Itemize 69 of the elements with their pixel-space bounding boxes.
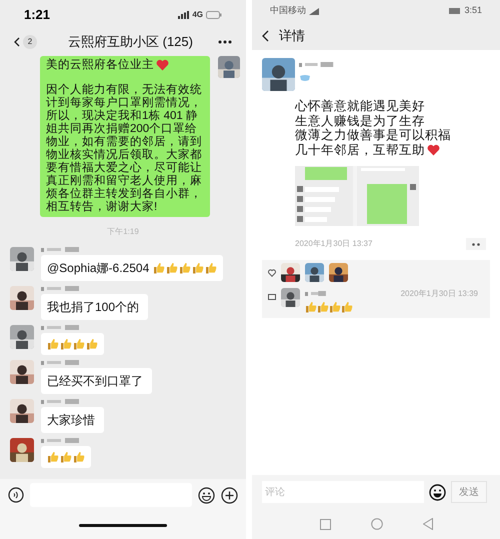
thumbs-up-icon: [305, 301, 317, 313]
blurred-name: [305, 291, 327, 297]
home-indicator[interactable]: [79, 524, 167, 526]
thumbs-up-icon: [60, 451, 72, 464]
blurred-name: [41, 286, 81, 292]
more-icon: [218, 40, 232, 44]
post-text: 几十年邻居，互帮互助: [295, 142, 490, 157]
message-text: 大家珍惜: [47, 412, 95, 430]
thumbs-up-icon: [60, 338, 72, 350]
heart-outline-icon: [268, 268, 276, 276]
circle-nav-icon: [370, 518, 382, 530]
heart-icon: [156, 59, 169, 71]
message-text: 我也捐了100个的: [47, 299, 140, 316]
back-icon: [14, 37, 20, 47]
more-icon: [472, 242, 480, 246]
back-button[interactable]: 2: [14, 35, 37, 49]
blurred-name: [41, 399, 81, 406]
thumbs-up-icon: [166, 262, 178, 274]
back-button[interactable]: [262, 30, 269, 42]
post-text: 生意人赚钱是为了生存: [295, 114, 426, 128]
blurred-name: [41, 360, 81, 366]
battery-icon: [449, 8, 462, 14]
thumbs-up-icon: [329, 301, 341, 313]
emoji-icon: [198, 486, 215, 504]
triangle-nav-icon: [422, 518, 432, 530]
emoji-icon: [429, 484, 446, 500]
carrier-name: 中国移动: [270, 4, 306, 18]
more-button[interactable]: [466, 238, 486, 250]
message-text: 因个人能力有限，无法有效统计到每家每户口罩刚需情况，所以，现决定我和1栋 401 静姐共同再次捐赠200个口罩给物业，如有需要的邻居，请到物业核实情况后领取。大家都要有惜福大爱之心，尽可能让真正刚需和留守老人使用，麻烦各位群主转发到各自小群，相互转告，谢谢大家!: [46, 84, 203, 214]
thumbs-up-icon: [317, 301, 329, 313]
thumbs-up-icon: [47, 451, 59, 464]
unread-count: 2: [23, 35, 37, 49]
message-text: 美的云熙府各位业主: [46, 59, 204, 72]
blurred-name: [41, 247, 81, 254]
back-icon: [262, 30, 269, 42]
thumbs-up-icon: [179, 262, 192, 274]
heart-icon: [427, 144, 440, 156]
blurred-name: [41, 438, 81, 444]
post-time: 2020年1月30日 13:37: [295, 238, 372, 250]
comment-input[interactable]: 评论: [262, 481, 424, 503]
chat-title: 云熙府互助小区 (125): [67, 33, 194, 52]
post-text: 心怀善意就能遇见美好: [295, 99, 426, 114]
thumbs-up-icon: [47, 338, 59, 350]
post-text: 微薄之力做善事是可以积福: [295, 128, 452, 142]
thumbs-up-icon: [73, 451, 85, 464]
thumbs-up-icon: [192, 262, 204, 274]
thumbs-up-icon: [73, 338, 85, 350]
comment-icon: [268, 294, 276, 301]
mask-icon: [299, 74, 311, 82]
signal-icon: [309, 8, 319, 14]
voice-icon: [8, 487, 24, 503]
blurred-name: [41, 325, 81, 332]
thumbs-up-icon: [341, 301, 353, 313]
message-text: 已经买不到口罩了: [47, 373, 143, 390]
message-timestamp: 下午1:19: [107, 226, 139, 238]
thumbs-up-icon: [153, 262, 166, 274]
comment-time: 2020年1月30日 13:39: [400, 288, 479, 300]
page-title: 详情: [279, 27, 305, 46]
plus-icon: [221, 486, 238, 504]
blurred-name: [299, 62, 335, 68]
status-time: 3:51: [464, 4, 482, 18]
network-label: 4G: [192, 9, 203, 21]
thumbs-up-icon: [86, 338, 98, 350]
signal-icon: [178, 11, 190, 19]
battery-icon: [206, 11, 222, 19]
thumbs-up-icon: [205, 262, 218, 274]
status-time: 1:21: [24, 6, 50, 24]
message-text: @Sophia娜-6.2504: [47, 260, 150, 278]
square-nav-icon: [320, 518, 330, 530]
